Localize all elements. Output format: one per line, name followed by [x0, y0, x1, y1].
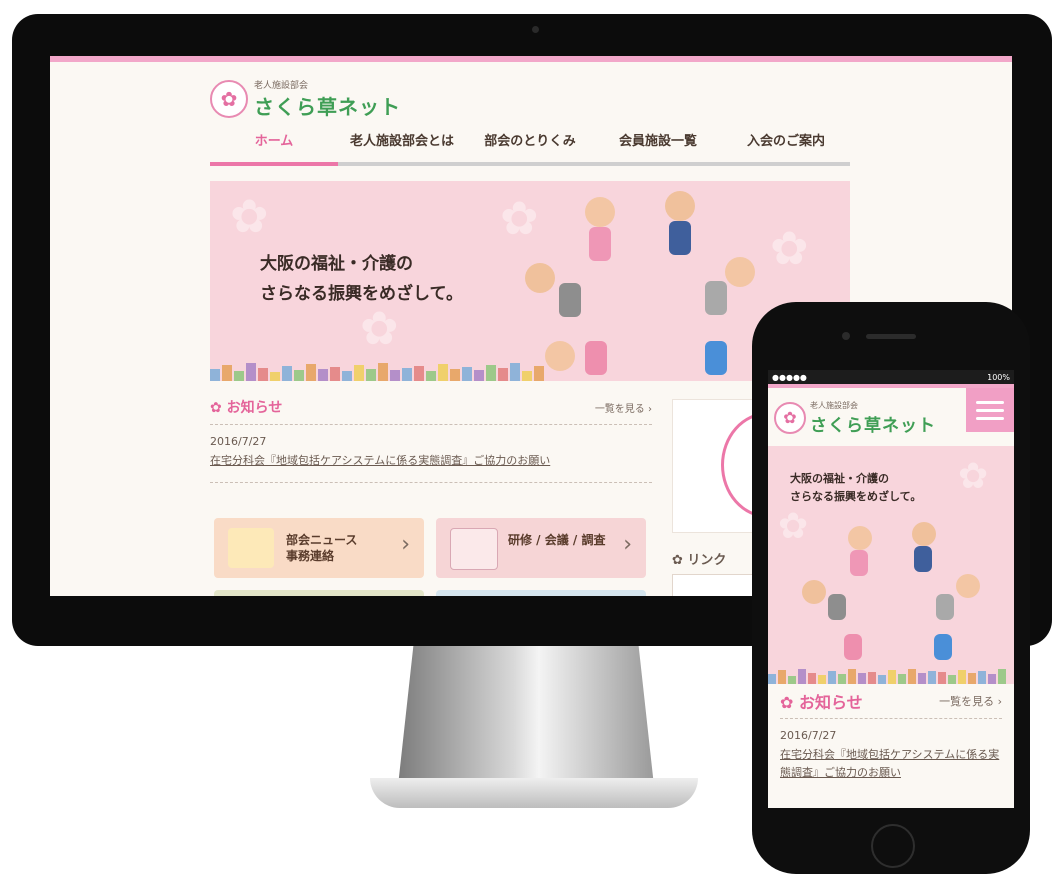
logo-title: さくら草ネット [810, 416, 936, 436]
news-header: ✿ お知らせ 一覧を見る › [210, 396, 652, 418]
news-item-link[interactable]: 在宅分科会『地域包括ケアシステムに係る実態調査』ご協力のお願い [780, 746, 1002, 782]
news-date: 2016/7/27 [780, 729, 837, 742]
logo-subtitle: 老人施設部会 [810, 401, 858, 410]
person-body [934, 634, 952, 660]
phone-screen: ●●●●● 100% ✿ 老人施設部会 さくら草ネット ✿ ✿ 大阪の福祉・介護… [768, 370, 1014, 808]
divider [210, 424, 652, 425]
card-seminar[interactable]: 研修 / 会議 / 調査 › [436, 518, 646, 578]
site-logo[interactable]: ✿ 老人施設部会 さくら草ネット [210, 78, 401, 120]
people-circle-illustration [802, 522, 984, 662]
card-news[interactable]: 部会ニュース 事務連絡 › [214, 518, 424, 578]
phone-speaker [866, 334, 916, 339]
person-head [912, 522, 936, 546]
news-title-text: お知らせ [226, 400, 283, 416]
person-body [844, 634, 862, 660]
person-head [585, 197, 615, 227]
status-bar: ●●●●● 100% [768, 370, 1014, 384]
link-title-text: リンク [687, 553, 727, 568]
hero-line-1: 大阪の福祉・介護の [260, 254, 413, 274]
logo-text: 老人施設部会 さくら草ネット [254, 78, 401, 120]
person-head [525, 263, 555, 293]
blossom-decoration: ✿ [770, 221, 809, 275]
person-head [665, 191, 695, 221]
news-section: ✿ お知らせ 一覧を見る › 2016/7/27 在宅分科会『地域包括ケアシステ… [210, 396, 652, 483]
people-circle-illustration [525, 191, 775, 381]
blossom-decoration: ✿ [500, 191, 539, 245]
hero-tagline: 大阪の福祉・介護の さらなる振興をめざして。 [260, 249, 520, 309]
person-head [725, 257, 755, 287]
menu-icon[interactable] [966, 388, 1014, 432]
monitor-camera [532, 26, 539, 33]
person-head [956, 574, 980, 598]
person-body [559, 283, 581, 317]
news-section: ✿ お知らせ 一覧を見る › 2016/7/27 在宅分科会『地域包括ケアシステ… [768, 684, 1014, 782]
monitor-base [370, 778, 698, 808]
divider [210, 482, 652, 483]
chevron-right-icon: › [623, 532, 632, 557]
signal-indicator: ●●●●● [772, 372, 807, 382]
person-body [936, 594, 954, 620]
news-more-link[interactable]: 一覧を見る › [595, 400, 652, 415]
news-title: ✿ お知らせ [210, 400, 283, 416]
person-body [589, 227, 611, 261]
monitor-stand [398, 646, 654, 786]
hero-tagline: 大阪の福祉・介護の さらなる振興をめざして。 [790, 470, 970, 506]
nav-home[interactable]: ホーム [210, 122, 338, 166]
top-stripe [50, 56, 1012, 62]
site-logo[interactable]: ✿ 老人施設部会 さくら草ネット [774, 400, 936, 436]
person-body [914, 546, 932, 572]
logo-title: さくら草ネット [254, 95, 401, 119]
hero-line-1: 大阪の福祉・介護の [790, 472, 889, 485]
person-body [705, 281, 727, 315]
nav-join[interactable]: 入会のご案内 [722, 122, 850, 162]
blossom-decoration: ✿ [360, 301, 399, 355]
card-documents[interactable] [214, 590, 424, 596]
news-title: ✿ お知らせ [780, 693, 863, 712]
nav-members[interactable]: 会員施設一覧 [594, 122, 722, 162]
nav-activities[interactable]: 部会のとりくみ [466, 122, 594, 162]
news-item-link[interactable]: 在宅分科会『地域包括ケアシステムに係る実態調査』ご協力のお願い [210, 452, 652, 468]
main-nav: ホーム 老人施設部会とは 部会のとりくみ 会員施設一覧 入会のご案内 [210, 122, 850, 166]
news-board-icon [228, 528, 274, 568]
card-seminar-label: 研修 / 会議 / 調査 [508, 533, 606, 547]
home-button[interactable] [871, 824, 915, 868]
phone-device: ●●●●● 100% ✿ 老人施設部会 さくら草ネット ✿ ✿ 大阪の福祉・介護… [752, 302, 1030, 874]
blossom-decoration: ✿ [230, 189, 269, 243]
news-title-text: お知らせ [798, 693, 863, 712]
divider [780, 718, 1002, 719]
phone-camera [842, 332, 850, 340]
person-head [848, 526, 872, 550]
hero-line-2: さらなる振興をめざして。 [790, 490, 922, 503]
flower-icon: ✿ [210, 80, 248, 118]
flower-icon: ✿ [774, 402, 806, 434]
card-library[interactable] [436, 590, 646, 596]
logo-subtitle: 老人施設部会 [254, 81, 309, 91]
nav-about[interactable]: 老人施設部会とは [338, 122, 466, 162]
phone-header: ✿ 老人施設部会 さくら草ネット [768, 388, 1014, 446]
hero-line-2: さらなる振興をめざして。 [260, 284, 463, 304]
card-news-label: 部会ニュース 事務連絡 [286, 533, 358, 563]
person-body [669, 221, 691, 255]
news-date: 2016/7/27 [210, 435, 267, 448]
person-body [850, 550, 868, 576]
logo-text: 老人施設部会 さくら草ネット [810, 400, 936, 436]
seminar-icon [450, 528, 498, 570]
news-more-link[interactable]: 一覧を見る › [939, 693, 1002, 709]
blossom-decoration: ✿ [778, 506, 809, 547]
hero-banner: ✿ ✿ 大阪の福祉・介護の さらなる振興をめざして。 [768, 446, 1014, 684]
person-head [802, 580, 826, 604]
chevron-right-icon: › [401, 532, 410, 557]
battery-indicator: 100% [987, 372, 1010, 382]
city-skyline [768, 668, 1014, 684]
news-header: ✿ お知らせ 一覧を見る › [780, 690, 1002, 712]
person-body [828, 594, 846, 620]
